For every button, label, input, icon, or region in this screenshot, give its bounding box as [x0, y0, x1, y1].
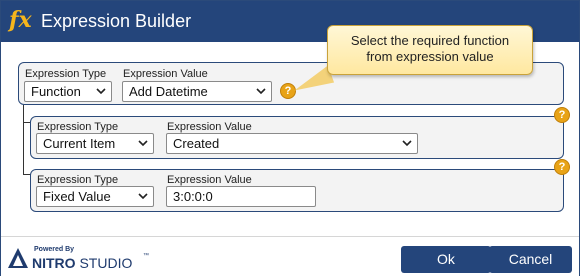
- expression-row-3: Expression Type Fixed Value Expression V…: [30, 169, 564, 212]
- callout-line-1: Select the required function: [350, 33, 510, 48]
- nitro-logo-icon: [8, 248, 28, 268]
- cancel-button[interactable]: Cancel: [489, 246, 572, 273]
- expression-value-label: Expression Value: [167, 174, 252, 186]
- chevron-down-icon: [256, 88, 266, 95]
- trademark-symbol: ™: [143, 253, 149, 259]
- powered-by-text: Powered By: [34, 246, 75, 253]
- expression-row-2: Expression Type Current Item Expression …: [30, 116, 564, 159]
- tree-connector: [23, 105, 24, 174]
- chevron-down-icon: [96, 88, 106, 95]
- expression-value-label: Expression Value: [167, 121, 252, 133]
- chevron-down-icon: [138, 140, 148, 147]
- expression-type-label: Expression Type: [25, 68, 107, 80]
- expression-value-label: Expression Value: [123, 68, 208, 80]
- brand-name: NITRO STUDIO: [32, 255, 133, 271]
- help-icon[interactable]: ?: [554, 107, 570, 123]
- chevron-down-icon: [402, 140, 412, 147]
- fx-icon: fx: [9, 7, 32, 33]
- dialog-title: Expression Builder: [41, 11, 192, 31]
- expression-type-select[interactable]: Current Item: [36, 133, 154, 154]
- expression-value-select[interactable]: Add Datetime: [122, 81, 272, 102]
- ok-button[interactable]: Ok: [401, 246, 491, 273]
- callout-line-2: from expression value: [366, 49, 494, 64]
- help-icon[interactable]: ?: [554, 159, 570, 175]
- expression-type-select[interactable]: Fixed Value: [36, 186, 154, 207]
- expression-type-label: Expression Type: [37, 121, 119, 133]
- chevron-down-icon: [138, 193, 148, 200]
- dialog-footer: Powered By NITRO STUDIO ™ Ok Cancel: [1, 236, 579, 276]
- expression-type-select[interactable]: Function: [24, 81, 112, 102]
- expression-value-input[interactable]: 3:0:0:0: [166, 186, 316, 207]
- nitro-studio-logo: Powered By NITRO STUDIO ™: [7, 243, 149, 273]
- expression-value-select[interactable]: Created: [166, 133, 418, 154]
- callout-tooltip: Select the required function from expres…: [327, 25, 533, 75]
- expression-type-label: Expression Type: [37, 174, 119, 186]
- expression-builder-dialog: fx Expression Builder Expression Type Fu…: [0, 0, 580, 276]
